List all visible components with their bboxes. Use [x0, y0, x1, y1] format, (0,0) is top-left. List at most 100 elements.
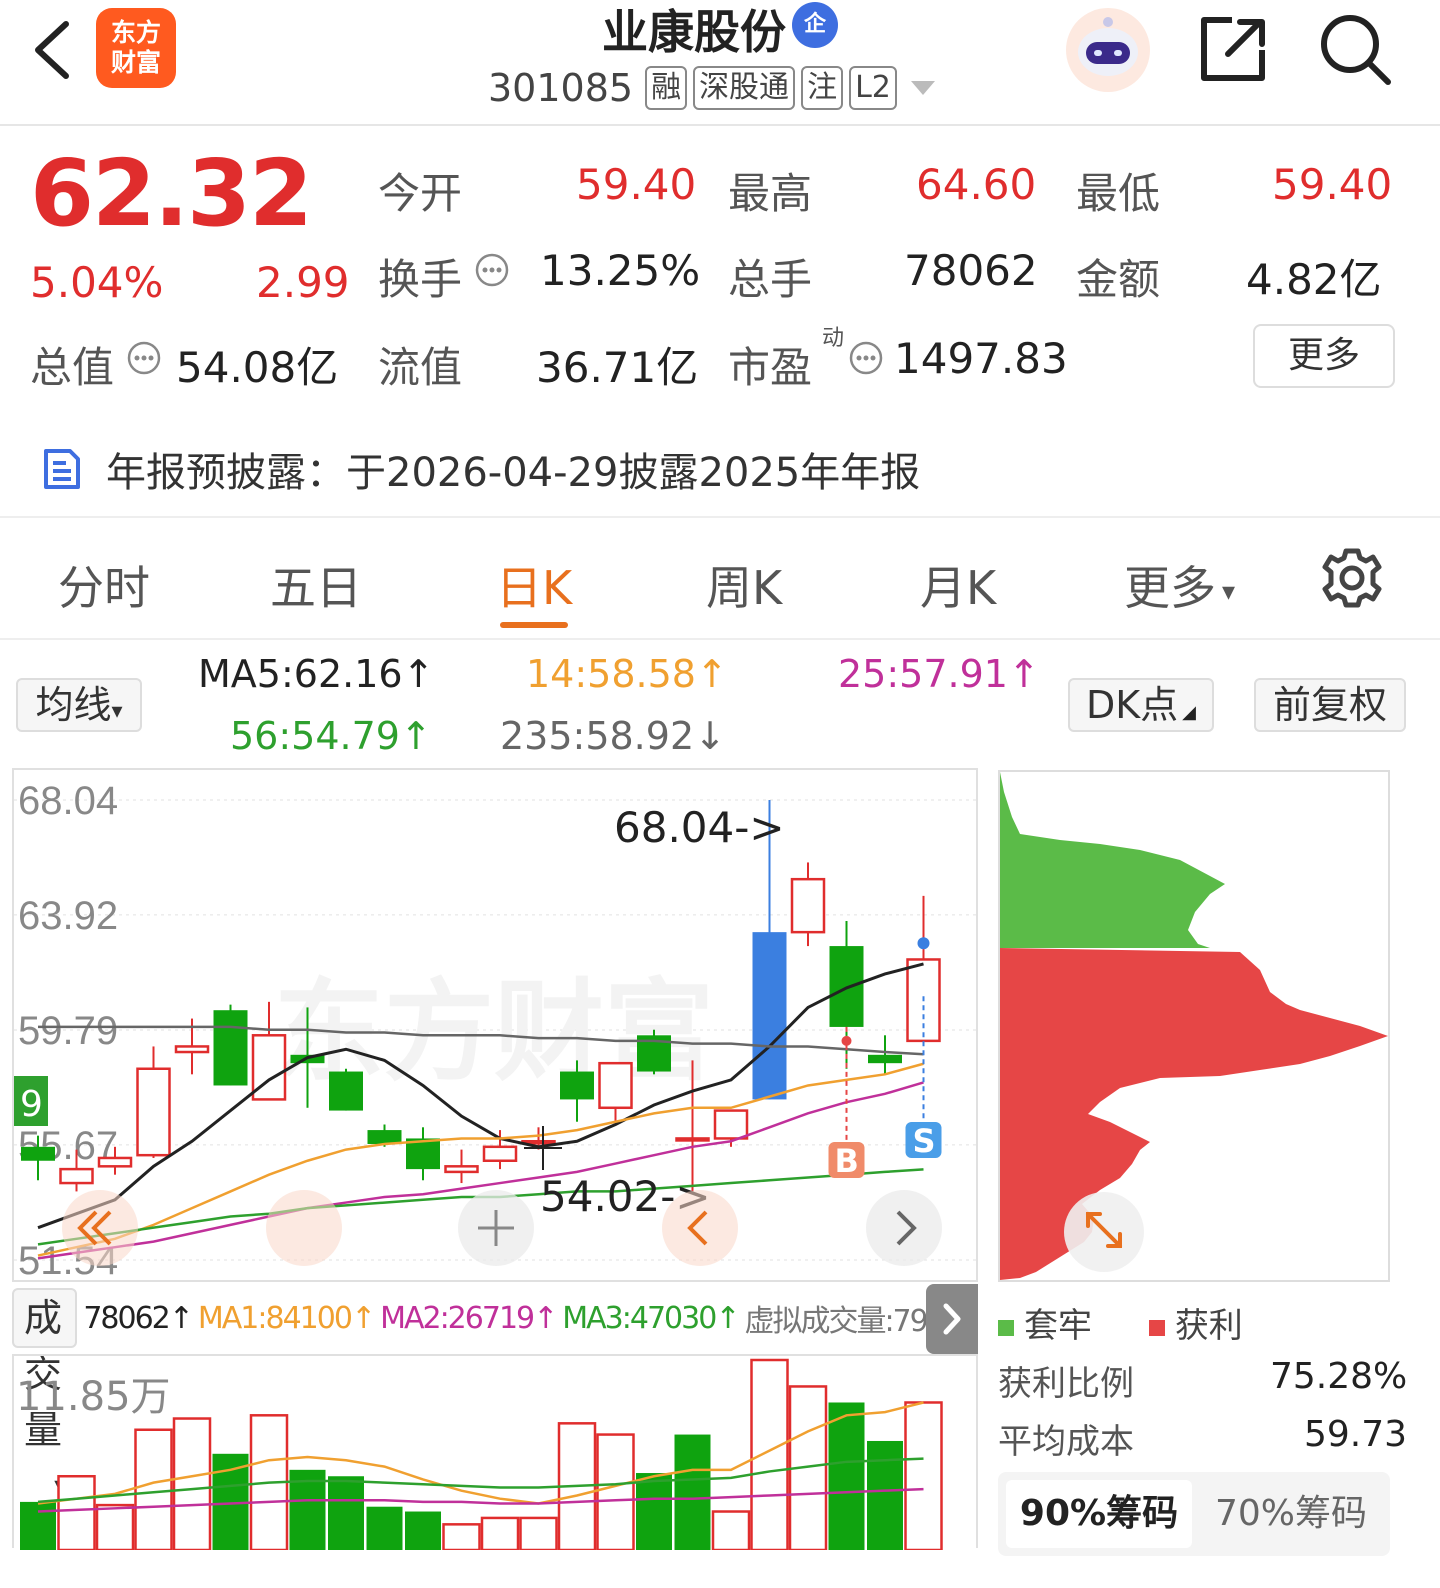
expand-arrows-icon: [1086, 1212, 1122, 1248]
sell-marker-text: S: [913, 1122, 936, 1160]
enterprise-badge: 企: [792, 2, 838, 48]
float-value: 36.71亿: [536, 343, 699, 392]
more-button[interactable]: 更多: [1253, 324, 1395, 388]
candle-body: [136, 1067, 171, 1157]
search-icon[interactable]: [1318, 12, 1392, 86]
stock-name: 业康股份: [602, 5, 786, 59]
y-axis-label: 68.04: [18, 779, 118, 823]
ma56-value: 56:54.79↑: [230, 714, 432, 758]
candle-body: [752, 932, 787, 1100]
volume-bar: [480, 1516, 520, 1552]
candle-body: [675, 1137, 710, 1142]
volume-label: 总手: [728, 255, 813, 304]
share-icon[interactable]: [1198, 14, 1270, 84]
turnover-value: 13.25%: [540, 246, 701, 295]
info-dots-icon[interactable]: [126, 340, 162, 376]
candle-body: [482, 1145, 518, 1163]
avg-cost-label: 平均成本: [998, 1422, 1134, 1462]
left-edge-badge-text: 9: [20, 1084, 43, 1125]
tab-daily-k[interactable]: 日K: [496, 552, 572, 618]
arrow-up-icon: ↑: [402, 652, 435, 696]
open-label: 今开: [378, 169, 463, 218]
high-label: 最高: [728, 169, 813, 218]
volume-bar: [750, 1358, 789, 1552]
arrow-up-icon: ↑: [399, 714, 432, 758]
stock-code: 301085: [488, 66, 634, 110]
y-axis-label: 59.79: [18, 1009, 118, 1053]
profit-ratio-label: 获利比例: [998, 1364, 1134, 1404]
robot-assistant-icon[interactable]: [1064, 6, 1152, 94]
candle-body: [598, 1061, 633, 1110]
volume-bar: [636, 1473, 672, 1550]
nav-next-button[interactable]: [866, 1190, 942, 1266]
ma25-value: 25:57.91↑: [838, 652, 1040, 696]
tab-chip-70[interactable]: 70%筹码: [1198, 1480, 1384, 1548]
pe-label: 市盈: [728, 343, 813, 392]
volume-bar: [328, 1476, 364, 1550]
tab-five-day[interactable]: 五日: [270, 552, 362, 618]
dropdown-caret-icon[interactable]: [910, 81, 935, 95]
tab-monthly-k[interactable]: 月K: [920, 552, 996, 618]
chip-distribution-chart[interactable]: [998, 770, 1390, 1282]
stock-subtitle[interactable]: 301085 融 深股通 注 L2: [488, 64, 935, 112]
buy-marker-text: B: [835, 1142, 859, 1180]
volume-bar: [57, 1474, 96, 1552]
volume-selector[interactable]: 成交量▾: [12, 1288, 78, 1498]
nav-back-button[interactable]: [662, 1190, 738, 1266]
change-percent: 5.04%: [30, 258, 164, 307]
total-value-label: 总值: [30, 343, 115, 392]
forward-adjust-button[interactable]: 前复权: [1254, 678, 1406, 732]
ma235-value: 235:58.92↓: [500, 714, 726, 758]
caret-down-icon: ▾: [111, 699, 123, 724]
ma14-value: 14:58.58↑: [526, 652, 728, 696]
pe-value: 1497.83: [894, 334, 1068, 383]
low-label: 最低: [1076, 169, 1161, 218]
volume-bar: [519, 1516, 558, 1552]
divider: [0, 638, 1440, 640]
volume-bar: [20, 1501, 56, 1550]
sell-point-dot: [917, 937, 930, 950]
low-value: 59.40: [1272, 160, 1393, 209]
volume-ma1: MA1:84100↑: [197, 1300, 376, 1336]
tab-more[interactable]: 更多 ▾: [1124, 552, 1235, 618]
tag-level2: L2: [849, 66, 897, 110]
candle-body: [713, 1109, 749, 1140]
chip-range-tabs: 90%筹码 70%筹码: [998, 1472, 1390, 1556]
expand-panel-button[interactable]: [926, 1284, 978, 1354]
current-price: 62.32: [30, 140, 313, 247]
tab-weekly-k[interactable]: 周K: [706, 552, 782, 618]
annual-report-notice[interactable]: 年报预披露：于2026-04-29披露2025年年报: [40, 440, 920, 498]
ma-selector[interactable]: 均线▾: [16, 678, 142, 732]
pe-superscript: 动: [822, 326, 845, 351]
volume-svg: 11.85万: [16, 1358, 943, 1552]
arrow-up-icon: ↑: [695, 652, 728, 696]
tag-connect: 深股通: [693, 66, 796, 110]
nav-prev-button[interactable]: [266, 1190, 342, 1266]
float-value-label: 流值: [378, 343, 463, 392]
volume-bar: [828, 1402, 865, 1550]
dk-point-button[interactable]: DK点 ◢: [1068, 678, 1214, 732]
corner-triangle-icon: ◢: [1182, 702, 1197, 723]
expand-button[interactable]: [1064, 1192, 1144, 1272]
gear-icon[interactable]: [1320, 546, 1384, 610]
kline-chart[interactable]: 68.04 63.92 59.79 55.67 51.54 东方财富 68.04-> 54.0…: [12, 768, 978, 1283]
volume-bar: [867, 1440, 903, 1550]
volume-bar: [366, 1506, 403, 1550]
volume-header: 成交量▾ 78062↑ MA1:84100↑ MA2:26719↑ MA3:47…: [12, 1288, 980, 1498]
chip-profit-area: [1000, 948, 1388, 1280]
nav-fast-back-button[interactable]: [62, 1190, 138, 1266]
volume-chart[interactable]: 11.85万: [12, 1354, 978, 1552]
volume-bar: [711, 1510, 751, 1552]
chip-legend: 套牢 获利: [998, 1298, 1243, 1347]
tab-chip-90[interactable]: 90%筹码: [1006, 1480, 1192, 1548]
tab-intraday[interactable]: 分时: [58, 552, 150, 618]
candle-body: [868, 1054, 902, 1064]
candle-body: [174, 1045, 210, 1054]
volume-value: 78062: [904, 246, 1038, 295]
candle-body: [560, 1071, 594, 1100]
volume-ma3: MA3:47030↑: [562, 1300, 740, 1336]
turnover-label: 换手: [378, 255, 463, 304]
info-dots-icon[interactable]: [474, 252, 510, 288]
info-dots-icon[interactable]: [848, 340, 884, 376]
max-price-marker: 68.04->: [614, 803, 785, 852]
